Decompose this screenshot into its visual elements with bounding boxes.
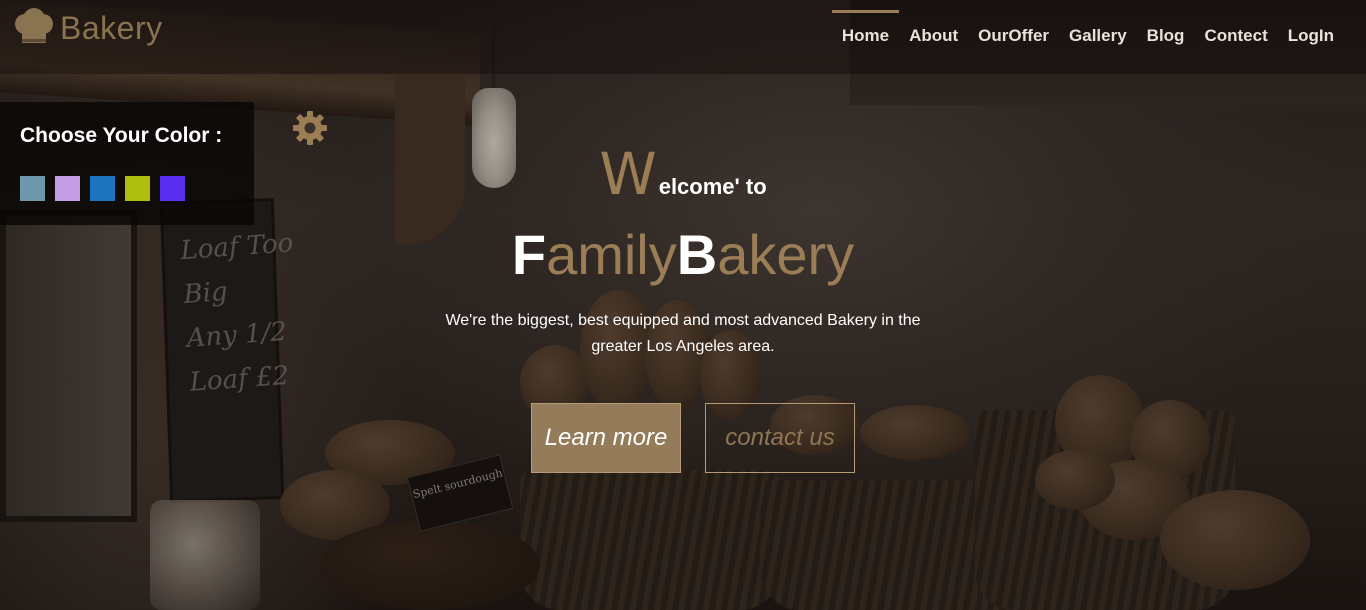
header-bar: Bakery Home About OurOffer Gallery Blog … xyxy=(0,0,1366,74)
hero-subtitle: We're the biggest, best equipped and mos… xyxy=(445,312,921,355)
learn-more-button[interactable]: Learn more xyxy=(531,403,681,473)
nav-about[interactable]: About xyxy=(899,10,968,54)
nav-login[interactable]: LogIn xyxy=(1278,10,1344,54)
logo[interactable]: Bakery xyxy=(12,8,163,48)
nav-blog[interactable]: Blog xyxy=(1137,10,1195,54)
hero-background: Loaf Too Big Any 1/2 Loaf £2 Spelt sourd… xyxy=(0,0,1366,610)
page-title: FamilyBakery xyxy=(0,222,1366,287)
title-part-akery: akery xyxy=(717,223,855,286)
nav-home[interactable]: Home xyxy=(831,10,900,54)
nav-contact[interactable]: Contect xyxy=(1194,10,1277,54)
welcome-initial: W xyxy=(599,140,657,208)
welcome-heading: Welcome' to xyxy=(0,140,1366,208)
dark-overlay xyxy=(0,0,1366,610)
chef-hat-icon xyxy=(12,8,56,48)
title-part-amily: amily xyxy=(546,223,677,286)
contact-us-button[interactable]: contact us xyxy=(705,403,855,473)
title-initial-f: F xyxy=(511,223,547,286)
nav-our-offer[interactable]: OurOffer xyxy=(968,10,1059,54)
main-nav: Home About OurOffer Gallery Blog Contect… xyxy=(831,10,1344,54)
brand-name: Bakery xyxy=(60,9,163,46)
title-initial-b: B xyxy=(676,223,718,286)
nav-gallery[interactable]: Gallery xyxy=(1059,10,1137,54)
welcome-text: elcome' to xyxy=(658,174,767,199)
